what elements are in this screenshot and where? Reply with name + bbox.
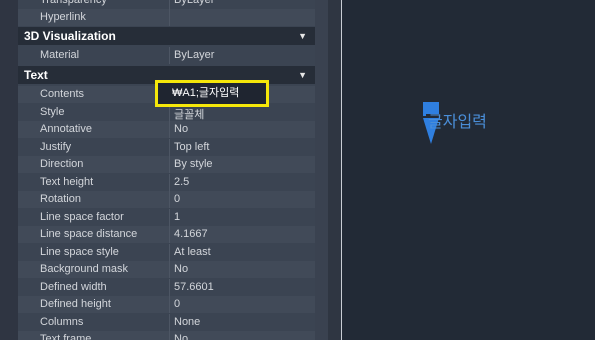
property-label: Direction <box>18 156 170 173</box>
property-label: Annotative <box>18 121 170 138</box>
property-row-rotation[interactable]: Rotation 0 <box>18 191 315 208</box>
property-row-text-height[interactable]: Text height 2.5 <box>18 173 315 191</box>
category-title: Text <box>24 68 48 82</box>
canvas-mtext[interactable]: 글자입력 <box>428 108 487 132</box>
palette-left-strip <box>0 0 18 340</box>
property-row-annotative[interactable]: Annotative No <box>18 121 315 138</box>
property-label: Text frame <box>18 331 170 340</box>
properties-scrollbar[interactable] <box>315 0 328 340</box>
property-value[interactable]: ByLayer <box>171 0 315 9</box>
property-row-transparency[interactable]: Transparency ByLayer <box>18 0 315 9</box>
property-label: Style <box>18 103 170 121</box>
property-row-defined-height[interactable]: Defined height 0 <box>18 296 315 313</box>
property-row-line-space-factor[interactable]: Line space factor 1 <box>18 208 315 226</box>
property-label: Line space style <box>18 243 170 261</box>
property-row-columns[interactable]: Columns None <box>18 313 315 331</box>
property-row-justify[interactable]: Justify Top left <box>18 138 315 156</box>
property-value[interactable]: Top left <box>171 139 315 156</box>
drawing-canvas[interactable] <box>342 0 595 340</box>
collapse-chevron-icon[interactable]: ▼ <box>298 66 307 84</box>
property-label: Line space distance <box>18 226 170 243</box>
property-value[interactable]: 0 <box>171 191 315 208</box>
property-label: Defined height <box>18 296 170 313</box>
property-value[interactable]: 1 <box>171 209 315 226</box>
property-label: Defined width <box>18 278 170 296</box>
category-title: 3D Visualization <box>24 29 116 43</box>
contents-value-highlight[interactable]: ₩A1;글자입력 <box>155 80 269 107</box>
property-value[interactable] <box>171 9 315 26</box>
property-label: Transparency <box>18 0 170 9</box>
property-row-line-space-style[interactable]: Line space style At least <box>18 243 315 261</box>
property-row-hyperlink[interactable]: Hyperlink <box>18 9 315 26</box>
property-row-material[interactable]: Material ByLayer <box>18 47 315 64</box>
panel-gap <box>328 0 341 340</box>
property-label: Line space factor <box>18 208 170 226</box>
property-label: Background mask <box>18 261 170 278</box>
property-value[interactable]: No <box>171 121 315 138</box>
property-row-direction[interactable]: Direction By style <box>18 156 315 173</box>
property-value[interactable]: By style <box>171 156 315 173</box>
property-value[interactable]: 4.1667 <box>171 226 315 243</box>
property-row-line-space-distance[interactable]: Line space distance 4.1667 <box>18 226 315 243</box>
property-row-defined-width[interactable]: Defined width 57.6601 <box>18 278 315 296</box>
property-label: Material <box>18 47 170 64</box>
property-value[interactable]: At least <box>171 244 315 261</box>
collapse-chevron-icon[interactable]: ▼ <box>298 27 307 45</box>
property-value[interactable]: No <box>171 331 315 340</box>
property-label: Columns <box>18 313 170 331</box>
property-label: Text height <box>18 173 170 191</box>
category-header-3d-visualization[interactable]: 3D Visualization ▼ <box>18 27 315 45</box>
property-label: Rotation <box>18 191 170 208</box>
properties-panel: Transparency ByLayer Hyperlink Material … <box>18 0 315 340</box>
property-row-background-mask[interactable]: Background mask No <box>18 261 315 278</box>
property-value[interactable]: 2.5 <box>171 174 315 191</box>
property-value[interactable]: ByLayer <box>171 47 315 64</box>
property-label: Contents <box>18 86 170 103</box>
contents-value-text: ₩A1;글자입력 <box>172 87 240 99</box>
property-label: Justify <box>18 138 170 156</box>
property-row-text-frame[interactable]: Text frame No <box>18 331 315 340</box>
property-value[interactable]: None <box>171 314 315 331</box>
property-value[interactable]: No <box>171 261 315 278</box>
property-label: Hyperlink <box>18 9 170 26</box>
property-value[interactable]: 57.6601 <box>171 279 315 296</box>
property-value[interactable]: 0 <box>171 296 315 313</box>
